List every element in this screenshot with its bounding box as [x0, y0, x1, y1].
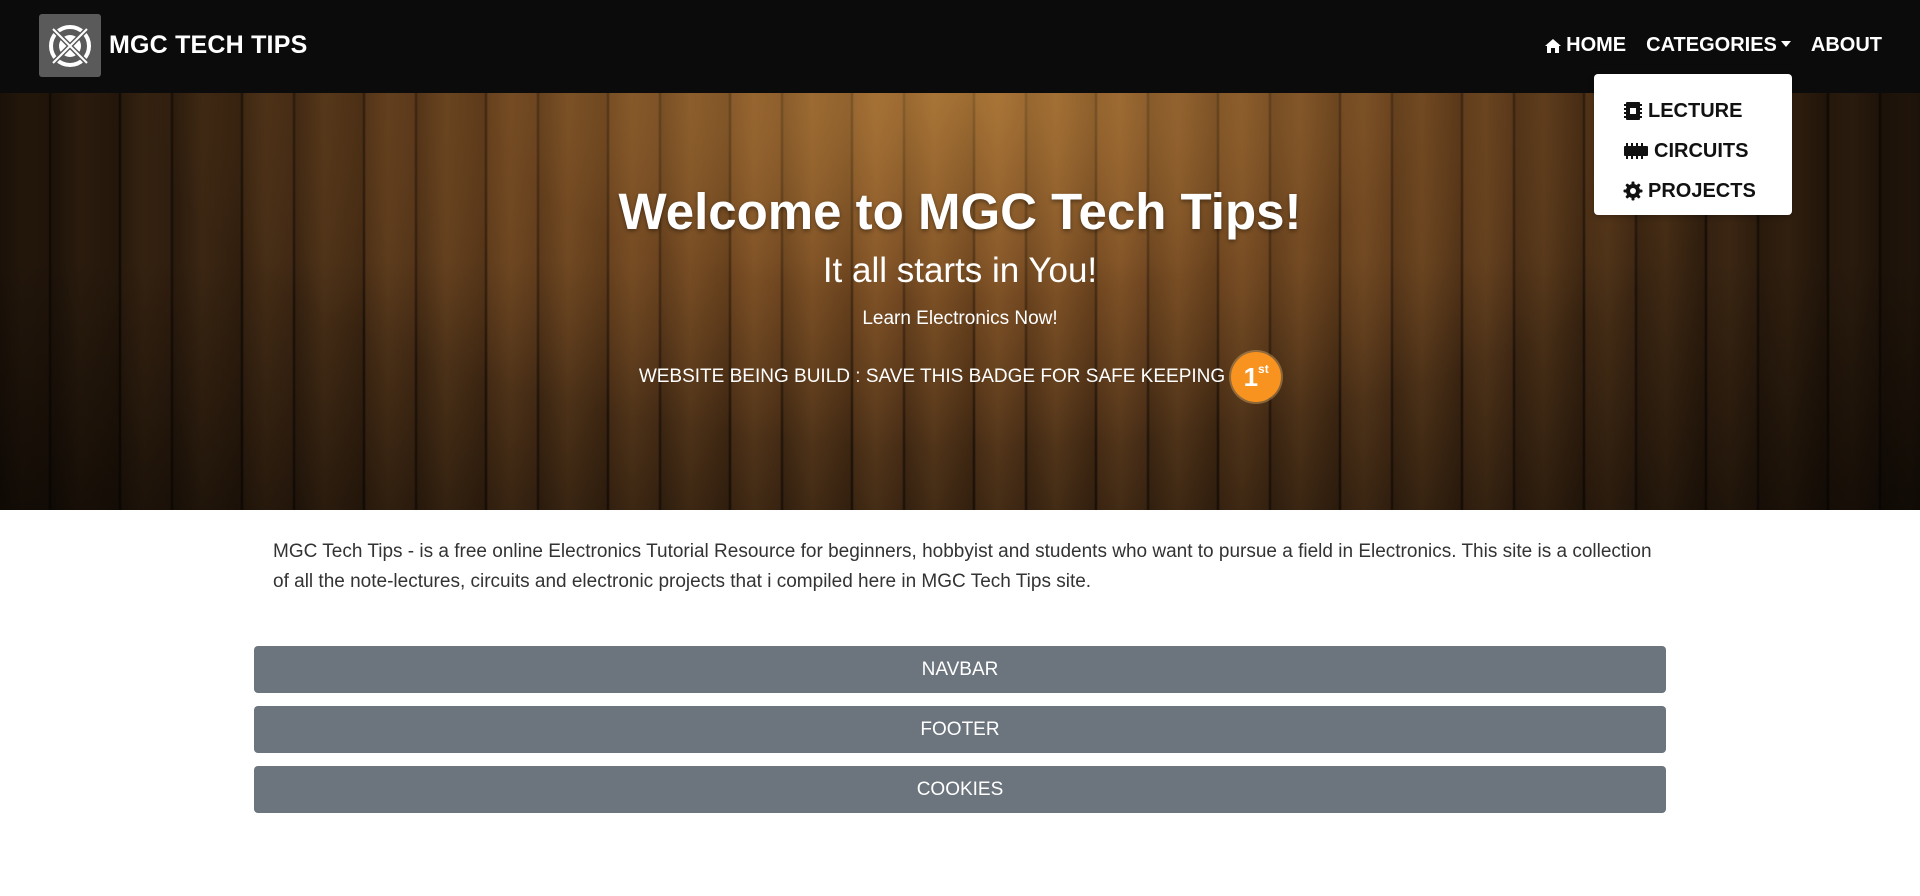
dropdown-item-label: CIRCUITS: [1654, 139, 1749, 162]
nav-about-label: ABOUT: [1810, 34, 1882, 56]
navbar-button[interactable]: NAVBAR: [254, 646, 1666, 693]
nav-about-link[interactable]: ABOUT: [1811, 34, 1882, 57]
first-badge: 1st: [1231, 352, 1282, 402]
nav-links: HOME CATEGORIES ABOUT: [1524, 34, 1882, 57]
dropdown-item-lecture[interactable]: LECTURE: [1594, 91, 1792, 131]
memory-icon: [1624, 143, 1648, 159]
intro-paragraph: MGC Tech Tips - is a free online Electro…: [273, 541, 1652, 592]
nav-categories-label: CATEGORIES: [1646, 34, 1777, 56]
dropdown-item-label: PROJECTS: [1648, 179, 1756, 202]
badge-suffix: st: [1258, 362, 1269, 376]
footer-button[interactable]: FOOTER: [254, 706, 1666, 753]
badge-number: 1: [1243, 361, 1259, 392]
hero-notice: WEBSITE BEING BUILD : SAVE THIS BADGE FO…: [0, 352, 1920, 402]
dropdown-item-circuits[interactable]: CIRCUITS: [1594, 131, 1792, 171]
cookies-button[interactable]: COOKIES: [254, 766, 1666, 813]
hero-tagline: Learn Electronics Now!: [862, 308, 1058, 329]
brand-name: MGC TECH TIPS: [109, 31, 308, 59]
nav-categories-toggle[interactable]: CATEGORIES: [1646, 34, 1791, 57]
chip-icon: [1624, 102, 1642, 120]
nav-home-label: HOME: [1566, 34, 1627, 56]
categories-dropdown-menu: LECTURE CIRCUITS PROJECTS: [1594, 74, 1792, 215]
gear-icon: [1623, 181, 1643, 201]
hero-subtitle: It all starts in You!: [822, 251, 1098, 290]
caret-down-icon: [1780, 40, 1791, 47]
brand[interactable]: MGC TECH TIPS: [39, 14, 307, 77]
home-icon: [1545, 38, 1562, 53]
logo-icon: [39, 14, 101, 77]
dropdown-item-label: LECTURE: [1648, 99, 1743, 122]
nav-home-link[interactable]: HOME: [1544, 34, 1626, 57]
notice-text: WEBSITE BEING BUILD : SAVE THIS BADGE FO…: [638, 366, 1226, 387]
dropdown-item-projects[interactable]: PROJECTS: [1594, 171, 1792, 211]
